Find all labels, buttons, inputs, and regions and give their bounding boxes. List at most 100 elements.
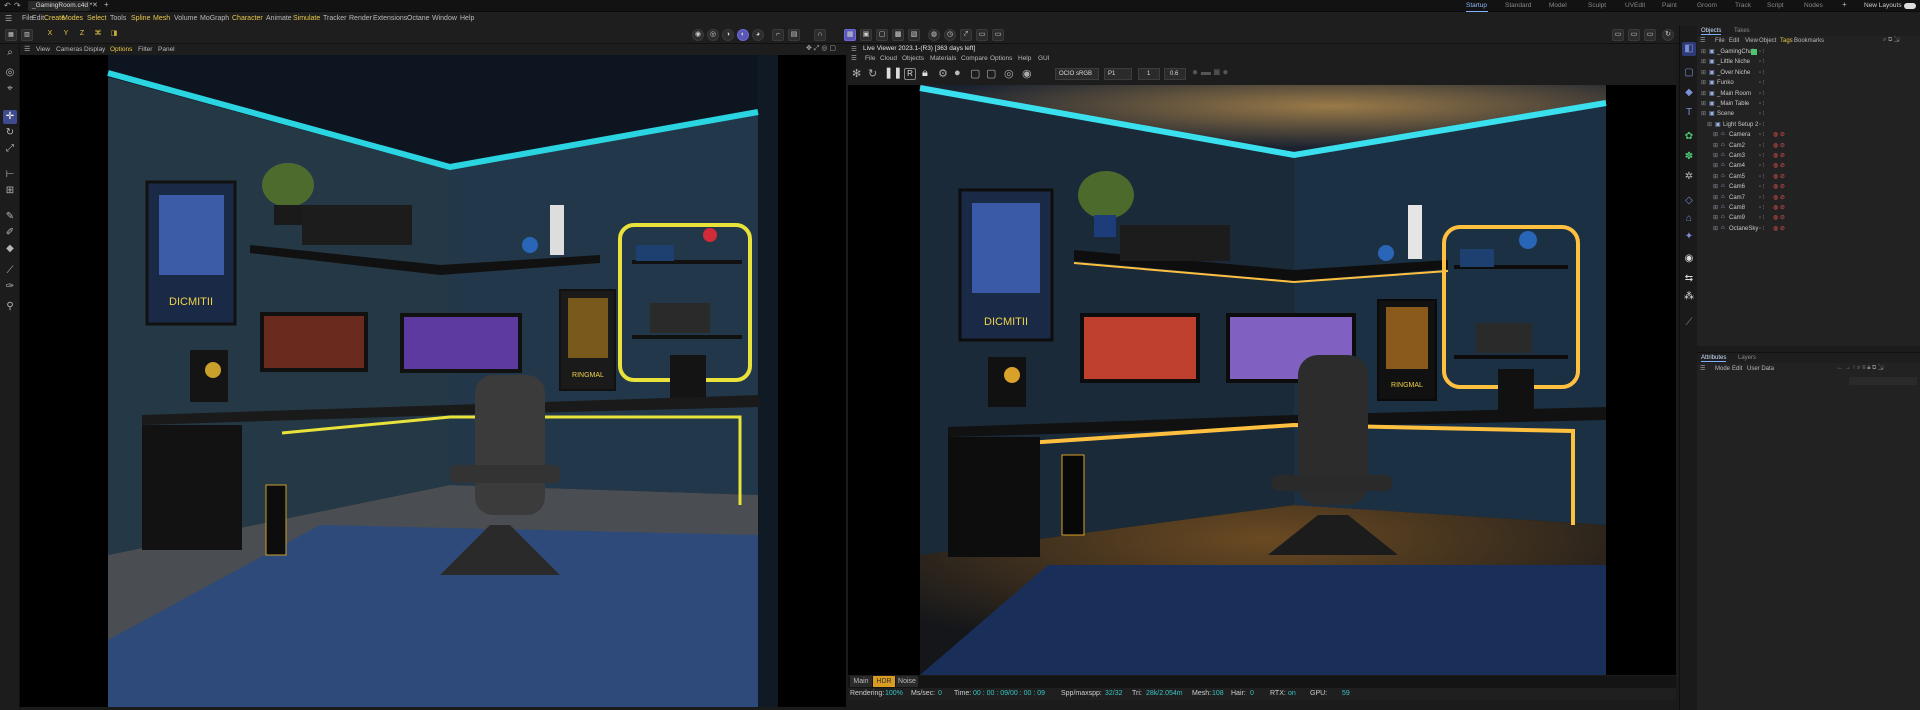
menu-spline[interactable]: Spline — [131, 15, 150, 22]
add-tab-icon[interactable]: + — [104, 0, 109, 9]
visibility-dots[interactable]: ▫ ⁝ — [1759, 58, 1765, 65]
sketch-icon[interactable]: ✐ — [3, 226, 17, 240]
expand-icon[interactable]: ⊞ — [1713, 152, 1718, 159]
visibility-dots[interactable]: ▫ ⁝ — [1759, 48, 1765, 55]
expand-icon[interactable]: ⊞ — [1701, 79, 1706, 86]
select-icon[interactable]: ◎ — [3, 66, 17, 80]
objects-tool-icons[interactable]: ⌕ ⧉ ⇲ — [1883, 37, 1900, 44]
menu-character[interactable]: Character — [232, 15, 263, 22]
film-render-icon[interactable]: ▭ — [1628, 29, 1640, 41]
layout-tab-uvedit[interactable]: UVEdit — [1625, 2, 1645, 9]
expand-icon[interactable]: ⊞ — [1707, 121, 1712, 128]
layout-2-icon[interactable]: ▣ — [860, 29, 872, 41]
object-row[interactable]: ⊞ ▣ Light Setup 2 ▫ ⁝ — [1697, 121, 1920, 131]
visibility-dots[interactable]: ▫ ⁝ — [1759, 100, 1765, 107]
layout-4-icon[interactable]: ▩ — [892, 29, 904, 41]
expand-icon[interactable]: ⊞ — [1701, 100, 1706, 107]
expand-icon[interactable]: ⊞ — [1701, 110, 1706, 117]
volume-icon[interactable]: ⁂ — [1682, 290, 1696, 304]
layout-tab-track[interactable]: Track — [1735, 2, 1751, 9]
tab-takes[interactable]: Takes — [1734, 28, 1750, 34]
lv-menu-options[interactable]: Options — [990, 55, 1012, 62]
camera-tag-icons[interactable]: ◍ ⊘ — [1773, 183, 1785, 190]
knife-icon[interactable]: ⟋ — [3, 264, 17, 278]
menu-mograph[interactable]: MoGraph — [200, 15, 229, 22]
visibility-dots[interactable]: ▫ ⁝ — [1759, 131, 1765, 138]
layout-tab-nodes[interactable]: Nodes — [1804, 2, 1823, 9]
lv-menu-compare[interactable]: Compare — [961, 55, 988, 62]
menu-simulate[interactable]: Simulate — [293, 15, 320, 22]
scale-icon[interactable]: ⤢ — [3, 142, 17, 156]
undo-icon[interactable]: ↶ — [4, 1, 11, 10]
menu-help[interactable]: Help — [460, 15, 474, 22]
expand-icon[interactable]: ⊞ — [1713, 194, 1718, 201]
lv-menu-help[interactable]: Help — [1018, 55, 1031, 62]
menu-render[interactable]: Render — [349, 15, 372, 22]
attributes-hamburger-icon[interactable]: ☰ — [1700, 365, 1705, 372]
object-row[interactable]: ⊞ ⌂ Camera ▫ ⁝ ◍ ⊘ — [1697, 131, 1920, 141]
lv-region-button[interactable]: R — [904, 68, 916, 80]
menu-tracker[interactable]: Tracker — [323, 15, 346, 22]
object-row[interactable]: ⊞ ▣ _GamingChair ▫ ⁝ — [1697, 48, 1920, 58]
expand-icon[interactable]: ⊞ — [1713, 162, 1718, 169]
tab-attributes[interactable]: Attributes — [1701, 355, 1727, 362]
lv-channel-dropdown[interactable]: P1 — [1104, 68, 1132, 80]
lv-restart-icon[interactable]: ↻ — [868, 67, 877, 80]
clock-icon[interactable]: ◷ — [944, 29, 956, 41]
lv-menu-gui[interactable]: GUI — [1038, 55, 1050, 62]
lv-gear-icon[interactable]: ⚙ — [938, 67, 948, 80]
viewport-menu-display[interactable]: Display — [84, 46, 105, 53]
camera-icon[interactable]: ◍ — [928, 29, 940, 41]
layout-tab-groom[interactable]: Groom — [1697, 2, 1717, 9]
lv-value2-field[interactable]: 0.6 — [1164, 68, 1186, 80]
text-icon[interactable]: T — [1682, 106, 1696, 120]
camera-tag-icons[interactable]: ◍ ⊘ — [1773, 173, 1785, 180]
viewport-layout-icon[interactable]: ▦ — [844, 29, 856, 41]
layout-tab-model[interactable]: Model — [1549, 2, 1567, 9]
object-row[interactable]: ⊞ ▣ _Main Table ▫ ⁝ — [1697, 100, 1920, 110]
object-row[interactable]: ⊞ ▣ _Main Room ▫ ⁝ — [1697, 90, 1920, 100]
object-row[interactable]: ⊞ ▣ Funko ▫ ⁝ — [1697, 79, 1920, 89]
visibility-dots[interactable]: ▫ ⁝ — [1759, 204, 1765, 211]
light-icon[interactable]: ✦ — [1682, 230, 1696, 244]
layout-tab-paint[interactable]: Paint — [1662, 2, 1677, 9]
axis-y-toggle[interactable]: Y — [60, 29, 72, 41]
object-row[interactable]: ⊞ ⌂ OctaneSky ▫ ⁝ ◍ ⊘ — [1697, 225, 1920, 235]
move-icon[interactable]: ✛ — [3, 110, 17, 124]
object-row[interactable]: ⊞ ⌂ Cam9 ▫ ⁝ ◍ ⊘ — [1697, 214, 1920, 224]
tab-layers[interactable]: Layers — [1738, 355, 1756, 361]
attributes-menu-edit[interactable]: Edit — [1732, 366, 1742, 372]
rect-primitive-icon[interactable]: ▢ — [1682, 66, 1696, 80]
viewport-menu-filter[interactable]: Filter — [138, 46, 152, 53]
field-icon[interactable]: ◇ — [1682, 194, 1696, 208]
hamburger-icon[interactable]: ☰ — [5, 14, 12, 23]
brush-icon[interactable]: ✑ — [3, 280, 17, 294]
grid-icon[interactable]: ▦ — [5, 29, 17, 41]
visibility-dots[interactable]: ▫ ⁝ — [1759, 121, 1765, 128]
expand-icon[interactable]: ⊞ — [1701, 58, 1706, 65]
spline-icon[interactable]: ✿ — [1682, 130, 1696, 144]
visibility-dots[interactable]: ▫ ⁝ — [1759, 162, 1765, 169]
object-row[interactable]: ⊞ ⌂ Cam8 ▫ ⁝ ◍ ⊘ — [1697, 204, 1920, 214]
camera-tag-icons[interactable]: ◍ ⊘ — [1773, 142, 1785, 149]
objects-menu-object[interactable]: Object — [1759, 38, 1776, 44]
object-row[interactable]: ⊞ ▣ _Little Niche ▫ ⁝ — [1697, 58, 1920, 68]
coordinate-system-icon[interactable]: ⌘ — [92, 29, 104, 41]
visibility-dots[interactable]: ▫ ⁝ — [1759, 194, 1765, 201]
render-settings-icon[interactable]: ◐ — [737, 29, 749, 41]
menu-octane[interactable]: Octane — [407, 15, 430, 22]
axis-z-toggle[interactable]: Z — [76, 29, 88, 41]
visibility-dots[interactable]: ▫ ⁝ — [1759, 142, 1765, 149]
camera-tool-icon[interactable]: ⌂ — [1682, 212, 1696, 226]
camera-tag-icons[interactable]: ◍ ⊘ — [1773, 214, 1785, 221]
camera-tag-icons[interactable]: ◍ ⊘ — [1773, 131, 1785, 138]
menu-tools[interactable]: Tools — [110, 15, 126, 22]
viewport-menu-options[interactable]: Options — [110, 46, 132, 53]
scene-icon[interactable]: ◉ — [1682, 252, 1696, 266]
live-selection-icon[interactable]: ▥ — [21, 29, 33, 41]
visibility-dots[interactable]: ▫ ⁝ — [1759, 69, 1765, 76]
deformer-icon[interactable]: ✲ — [1682, 170, 1696, 184]
visibility-dots[interactable]: ▫ ⁝ — [1759, 152, 1765, 159]
object-row[interactable]: ⊞ ▣ Scene ▫ ⁝ — [1697, 110, 1920, 120]
expand-icon[interactable]: ⊞ — [1701, 48, 1706, 55]
